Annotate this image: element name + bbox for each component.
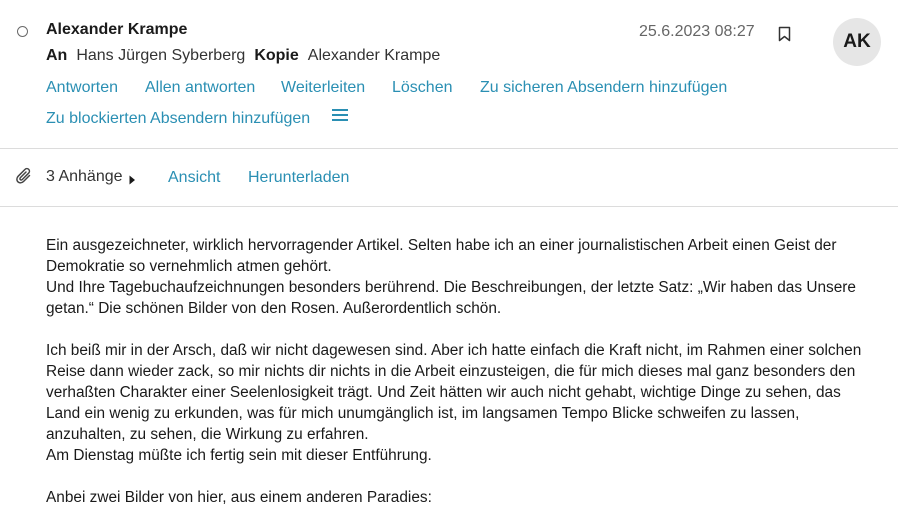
view-attachments-button[interactable]: Ansicht [168, 169, 220, 187]
caret-right-icon[interactable] [129, 172, 136, 190]
cc-label: Kopie [254, 47, 299, 64]
body-paragraph: Ein ausgezeichneter, wirklich hervorrage… [46, 235, 866, 319]
message-body: Ein ausgezeichneter, wirklich hervorrage… [46, 235, 866, 529]
reply-all-button[interactable]: Allen antworten [145, 79, 255, 97]
body-paragraph: Anbei zwei Bilder von hier, aus einem an… [46, 487, 866, 508]
body-paragraph: Ich beiß mir in der Arsch, daß wir nicht… [46, 340, 866, 466]
body-line: Am Dienstag müßte ich fertig sein mit di… [46, 447, 432, 464]
body-line: Ich beiß mir in der Arsch, daß wir nicht… [46, 342, 862, 443]
delete-button[interactable]: Löschen [392, 79, 453, 97]
hamburger-menu-icon[interactable] [332, 108, 348, 127]
bookmark-icon[interactable] [778, 26, 791, 47]
attachments-divider [0, 206, 898, 207]
body-line: Anbei zwei Bilder von hier, aus einem an… [46, 489, 432, 506]
forward-button[interactable]: Weiterleiten [281, 79, 365, 97]
body-line: Und Ihre Tagebuchaufzeichnungen besonder… [46, 279, 856, 317]
cc-recipient[interactable]: Alexander Krampe [308, 47, 441, 64]
add-safe-sender-button[interactable]: Zu sicheren Absendern hinzufügen [480, 79, 727, 97]
to-label: An [46, 47, 68, 64]
body-line: Ein ausgezeichneter, wirklich hervorrage… [46, 237, 837, 275]
avatar[interactable]: AK [833, 18, 881, 66]
download-attachments-button[interactable]: Herunterladen [248, 169, 349, 187]
attachment-count: 3 Anhänge [46, 168, 123, 185]
to-recipient[interactable]: Hans Jürgen Syberberg [76, 47, 245, 64]
recipients-line: An Hans Jürgen Syberberg Kopie Alexander Kr… [46, 47, 440, 65]
header-divider [0, 148, 898, 149]
add-blocked-sender-button[interactable]: Zu blockierten Absendern hinzufügen [46, 110, 310, 128]
message-date: 25.6.2023 08:27 [639, 23, 755, 40]
reply-button[interactable]: Antworten [46, 79, 118, 97]
paperclip-icon [16, 167, 34, 190]
select-radio-icon[interactable] [17, 26, 28, 37]
sender-name: Alexander Krampe [46, 21, 188, 38]
